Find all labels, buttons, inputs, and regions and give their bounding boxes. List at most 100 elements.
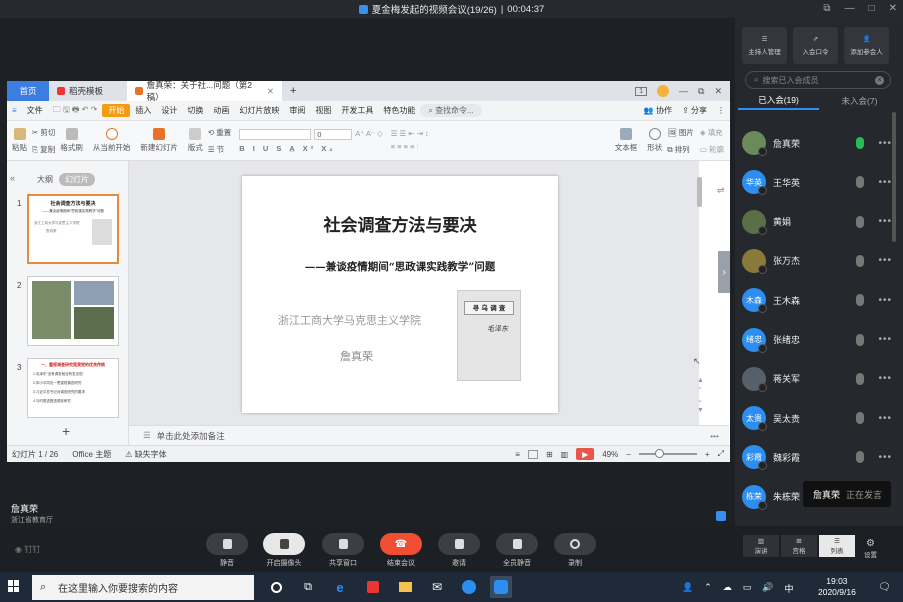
slide-thumb-3[interactable]: 一、重视调查研究是我党的优良传统 1.毛泽东“没有调查就没有发言权” 2.邓小平… xyxy=(27,358,119,418)
mute-all-button[interactable]: 全员静音 xyxy=(496,533,538,568)
notes-more-icon[interactable]: ••• xyxy=(710,431,729,441)
member-row[interactable]: 蒋关军 ••• xyxy=(742,360,892,398)
tab-outline[interactable]: 大纲 xyxy=(37,174,53,185)
paste-button[interactable]: 粘贴 xyxy=(7,128,32,153)
outline-button[interactable]: ▭ 轮廓 xyxy=(700,144,724,155)
tab-templates[interactable]: 稻壳模板 xyxy=(49,81,127,101)
task-view-icon[interactable]: ⧉ xyxy=(297,576,319,598)
settings-button[interactable]: ⚙ 设置 xyxy=(864,538,877,559)
tab-document[interactable]: 詹真荣：关于社...问题（第2稿） ✕ xyxy=(127,80,282,102)
view-grid-button[interactable]: ⊞ 宫格 xyxy=(781,535,817,557)
menu-insert[interactable]: 插入 xyxy=(130,105,156,116)
normal-view-icon[interactable] xyxy=(527,449,538,459)
font-family-select[interactable] xyxy=(239,128,312,140)
add-slide-button[interactable]: + xyxy=(62,423,70,439)
more-icon[interactable]: ••• xyxy=(878,334,892,345)
close-icon[interactable]: ✕ xyxy=(889,3,897,14)
clear-icon[interactable]: × xyxy=(875,75,884,85)
more-icon[interactable]: ••• xyxy=(878,177,892,188)
mic-muted-icon[interactable] xyxy=(856,333,865,346)
menu-features[interactable]: 特色功能 xyxy=(378,105,420,116)
mail-icon[interactable]: ✉ xyxy=(426,576,448,598)
invite-button[interactable]: 邀请 xyxy=(438,533,480,568)
member-row[interactable]: 彩霞 魏彩霞 ••• xyxy=(742,438,892,476)
quick-access-icons[interactable]: 🗀 🖫 🖶 ↶ ↷ xyxy=(48,104,103,118)
menu-design[interactable]: 设计 xyxy=(156,105,182,116)
dingtalk-meeting-icon[interactable] xyxy=(490,576,512,598)
tab-joined[interactable]: 已入会(19) xyxy=(738,94,819,110)
add-participant-button[interactable]: 👤 添加参会人 xyxy=(844,27,889,64)
view-list-button[interactable]: ☰ 列表 xyxy=(819,535,855,557)
member-list-scrollbar[interactable] xyxy=(892,112,896,242)
view-speaker-button[interactable]: ▥ 演讲 xyxy=(743,535,779,557)
more-icon[interactable]: ••• xyxy=(878,373,892,384)
layout-button[interactable]: 版式 xyxy=(183,128,208,153)
reading-view-icon[interactable]: ▥ xyxy=(561,450,569,459)
collapse-pane-icon[interactable]: « xyxy=(10,173,15,183)
dingtalk-icon[interactable] xyxy=(458,576,480,598)
mic-muted-icon[interactable] xyxy=(856,254,865,267)
taskbar-search-input[interactable]: ⌕ 在这里输入你要搜索的内容 xyxy=(32,575,254,600)
cloud-icon[interactable]: ☁ xyxy=(723,582,732,595)
notes-bar[interactable]: ☰ 单击此处添加备注 ••• xyxy=(129,425,729,445)
font-grow-icon[interactable]: A⁺ A⁻ ◇ xyxy=(355,129,382,140)
mic-muted-icon[interactable] xyxy=(856,294,865,307)
reset-button[interactable]: ⟲ 重置 xyxy=(208,127,231,138)
more-icon[interactable]: ••• xyxy=(878,452,892,463)
maximize-icon[interactable]: □ xyxy=(869,3,875,14)
edge-icon[interactable]: e xyxy=(329,576,351,598)
slide-thumb-1[interactable]: 社会调查方法与要决 ——兼谈疫情期间“思政课实践教学”问题 浙江工商大学马克思主… xyxy=(27,194,119,264)
fit-window-icon[interactable]: ⤢ xyxy=(718,449,724,459)
menu-slideshow[interactable]: 幻灯片放映 xyxy=(234,105,284,116)
picture-button[interactable]: 🖼 图片 xyxy=(667,127,694,138)
cortana-icon[interactable] xyxy=(265,576,287,598)
meeting-password-button[interactable]: ⇗ 入会口令 xyxy=(793,27,838,64)
tab-close-icon[interactable]: ✕ xyxy=(267,86,274,97)
user-icon[interactable]: 👤 xyxy=(682,582,693,595)
copy-button[interactable]: ⎘ 复制 xyxy=(32,144,55,155)
ime-indicator[interactable]: 中 xyxy=(785,582,794,595)
member-row[interactable]: 张万杰 ••• xyxy=(742,242,892,280)
member-row[interactable]: 华英 王华英 ••• xyxy=(742,163,892,201)
wps-taskbar-icon[interactable] xyxy=(362,576,384,598)
zoom-slider[interactable] xyxy=(638,449,697,458)
more-icon[interactable]: ••• xyxy=(878,255,892,266)
end-meeting-button[interactable]: ☎ 结束会议 xyxy=(380,533,422,568)
collab-button[interactable]: 👥 协作 xyxy=(639,105,677,116)
zoom-in-icon[interactable]: + xyxy=(705,450,710,459)
shape-button[interactable]: 形状 xyxy=(642,128,667,153)
missing-font[interactable]: ⚠ 缺失字体 xyxy=(111,449,166,460)
member-row[interactable]: 木森 王木森 ••• xyxy=(742,281,892,319)
wps-minimize-icon[interactable]: — xyxy=(679,86,688,96)
menu-transition[interactable]: 切换 xyxy=(182,105,208,116)
mic-muted-icon[interactable] xyxy=(856,176,865,189)
member-row[interactable]: 黄娟 ••• xyxy=(742,203,892,241)
menu-view[interactable]: 视图 xyxy=(310,105,336,116)
slide-thumb-2[interactable] xyxy=(27,276,119,346)
more-menu-icon[interactable]: ⋮ xyxy=(712,106,730,115)
cut-button[interactable]: ✂ 剪切 xyxy=(32,127,55,138)
member-row[interactable]: 詹真荣 ••• xyxy=(742,124,892,162)
fill-button[interactable]: ◈ 填充 xyxy=(700,127,724,138)
hamburger-icon[interactable]: ≡ xyxy=(7,106,22,115)
new-tab-button[interactable]: + xyxy=(282,81,304,101)
file-explorer-icon[interactable] xyxy=(394,576,416,598)
mic-muted-icon[interactable] xyxy=(856,215,865,228)
more-icon[interactable]: ••• xyxy=(878,413,892,424)
side-panel-expand-icon[interactable]: › xyxy=(718,251,730,293)
command-search[interactable]: ⌕ 查找命令... xyxy=(420,104,482,117)
wps-close-icon[interactable]: ✕ xyxy=(714,86,722,97)
member-row[interactable]: 绪忠 张绪忠 ••• xyxy=(742,321,892,359)
taskbar-clock[interactable]: 19:03 2020/9/16 xyxy=(818,576,856,598)
page-nav-icons[interactable]: ▲ ⌃ ⌄ ▼ xyxy=(697,376,704,416)
menu-animation[interactable]: 动画 xyxy=(208,105,234,116)
mic-muted-icon[interactable] xyxy=(856,412,865,425)
tab-slides[interactable]: 幻灯片 xyxy=(59,173,95,186)
menu-review[interactable]: 审阅 xyxy=(284,105,310,116)
menu-developer[interactable]: 开发工具 xyxy=(336,105,378,116)
avatar[interactable] xyxy=(657,85,670,97)
more-icon[interactable]: ••• xyxy=(878,216,892,227)
arrange-button[interactable]: ⧉ 排列 xyxy=(667,144,694,155)
zoom-out-icon[interactable]: − xyxy=(626,450,631,459)
windows-start-icon[interactable] xyxy=(8,580,20,592)
